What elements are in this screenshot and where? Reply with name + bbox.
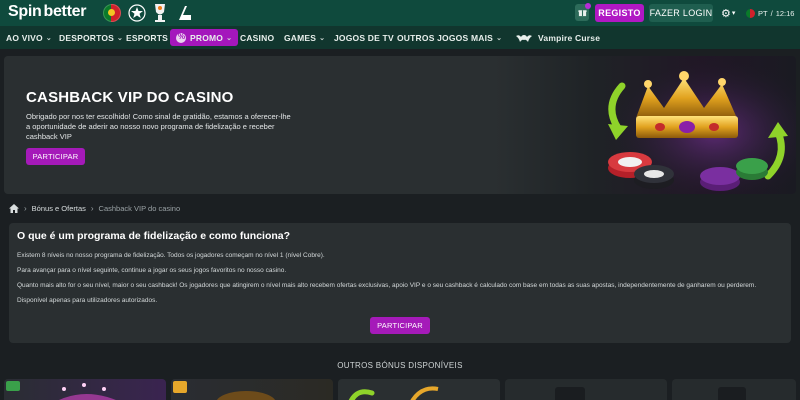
nav-label: DESPORTOS: [59, 32, 115, 43]
clock-time: 12:16: [775, 8, 795, 18]
chevron-right-icon: ›: [24, 203, 27, 213]
chevron-down-icon: ⌄: [117, 34, 124, 42]
logo-part-1: Spin: [8, 3, 42, 20]
bonus-card[interactable]: [505, 379, 667, 400]
other-bonuses-heading: OUTROS BÓNUS DISPONÍVEIS: [337, 361, 463, 370]
portugal-flag-icon[interactable]: [103, 4, 121, 22]
chevron-down-icon: ⌄: [496, 34, 503, 42]
nav-item-outros-jogos[interactable]: OUTROS JOGOS: [397, 26, 468, 49]
language-code: PT: [758, 8, 768, 18]
nav-item-games[interactable]: GAMES ⌄: [284, 26, 325, 49]
bat-icon: [516, 34, 532, 42]
bonus-card[interactable]: [4, 379, 166, 400]
settings-button[interactable]: ⚙ ▾: [721, 6, 743, 20]
bonus-card[interactable]: [338, 379, 500, 400]
breadcrumb-link-bonus[interactable]: Bónus e Ofertas: [32, 204, 86, 213]
nav-item-casino[interactable]: CASINO: [240, 26, 274, 49]
panel-title: O que é um programa de fidelização e com…: [17, 230, 291, 242]
bonus-card-image: [6, 381, 116, 400]
nav-item-mais[interactable]: MAIS ⌄: [471, 26, 502, 49]
chevron-right-icon: ›: [90, 203, 94, 213]
crown-chips-illustration: [592, 56, 796, 194]
nav-label: AO VIVO: [6, 32, 43, 43]
nav-label: CASINO: [240, 32, 275, 43]
loyalty-info-panel: O que é um programa de fidelização e com…: [9, 223, 791, 343]
participate-button[interactable]: PARTICIPAR: [26, 148, 85, 165]
nav-item-desportos[interactable]: DESPORTOS ⌄: [59, 26, 123, 49]
nav-label: PROMO: [190, 32, 224, 43]
info-paragraph: Existem 8 níveis no nosso programa de fi…: [17, 252, 325, 259]
portugal-flag-icon: [746, 8, 755, 18]
nav-item-esports[interactable]: ESPORTS: [126, 26, 168, 49]
nav-label: OUTROS JOGOS: [397, 32, 469, 43]
percent-icon: [176, 32, 186, 43]
promo-banner: CASHBACK VIP DO CASINO Obrigado por nos …: [4, 56, 796, 194]
breadcrumb-current: Cashback VIP do casino: [98, 203, 181, 213]
nav-label: GAMES: [284, 32, 317, 43]
participate-button[interactable]: PARTICIPAR: [370, 317, 430, 334]
banner-title: CASHBACK VIP DO CASINO: [26, 89, 234, 106]
bonus-card-image: [348, 386, 439, 400]
info-paragraph: Disponível apenas para utilizadores auto…: [17, 297, 158, 304]
top-bar: Spin better REGISTO FAZER LOGIN ⚙ ▾ PT /…: [0, 0, 800, 26]
nav-label: ESPORTS: [126, 32, 169, 43]
bonus-card-image: [718, 387, 746, 400]
breadcrumb: › Bónus e Ofertas › Cashback VIP do casi…: [9, 202, 180, 214]
bonus-card[interactable]: [672, 379, 796, 400]
bonus-card[interactable]: [171, 379, 333, 400]
nav-item-ao-vivo[interactable]: AO VIVO ⌄: [6, 26, 52, 49]
nav-item-jogos-de-tv[interactable]: JOGOS DE TV: [334, 26, 394, 49]
chevron-down-icon: ⌄: [226, 34, 233, 42]
language-time-selector[interactable]: PT / 12:16: [746, 5, 794, 21]
home-icon[interactable]: [9, 203, 19, 213]
info-paragraph: Para avançar para o nível seguinte, cont…: [17, 267, 287, 274]
nav-item-vampire-curse[interactable]: Vampire Curse: [516, 26, 600, 49]
nav-label: Vampire Curse: [538, 32, 601, 43]
bonus-card-image: [173, 381, 276, 400]
champions-league-icon[interactable]: [128, 4, 146, 22]
chevron-down-icon: ⌄: [45, 34, 52, 42]
register-button[interactable]: REGISTO: [595, 4, 644, 22]
nav-item-promo[interactable]: PROMO⌄: [170, 29, 239, 46]
banner-text: Obrigado por nos ter escolhido! Como sin…: [26, 112, 291, 141]
notification-dot: [585, 3, 591, 9]
chevron-down-icon: ▾: [731, 10, 736, 17]
settings-icon: ⚙: [721, 7, 731, 20]
main-nav: AO VIVO⌄ DESPORTOS⌄ ESPORTS PROMO⌄ CASIN…: [0, 26, 800, 49]
ufc-icon[interactable]: [177, 4, 193, 22]
login-button[interactable]: FAZER LOGIN: [649, 4, 713, 22]
separator: /: [770, 8, 773, 18]
gift-icon: [577, 10, 587, 17]
chevron-down-icon: ⌄: [319, 34, 326, 42]
logo[interactable]: Spin better: [8, 3, 86, 21]
nav-label: MAIS: [471, 32, 494, 43]
bonus-card-image: [555, 387, 585, 400]
europa-league-icon[interactable]: [152, 3, 168, 23]
logo-part-2: better: [43, 3, 87, 20]
nav-label: JOGOS DE TV: [334, 32, 394, 43]
info-paragraph: Quanto mais alto for o seu nível, maior …: [17, 282, 757, 289]
